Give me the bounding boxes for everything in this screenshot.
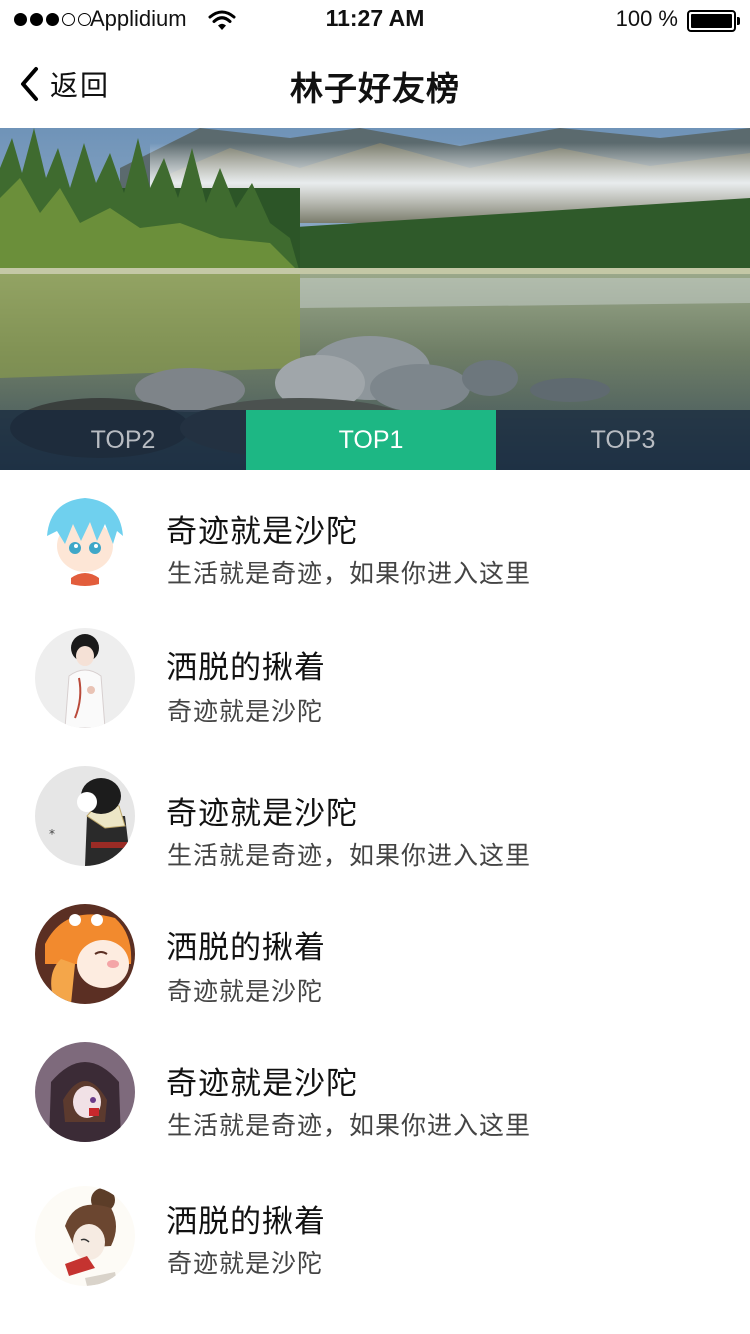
friend-name: 奇迹就是沙陀 — [166, 514, 358, 550]
status-bar: Applidium 11:27 AM 100 % — [0, 0, 750, 40]
friend-subtitle: 生活就是奇迹，如果你进入这里 — [167, 841, 532, 870]
list-item[interactable]: 洒脱的揪着 奇迹就是沙陀 — [0, 1160, 750, 1298]
girl-dark-hood-avatar — [35, 1042, 135, 1142]
page-title: 林子好友榜 — [290, 69, 460, 108]
friend-name: 洒脱的揪着 — [166, 650, 326, 686]
list-item[interactable]: 奇迹就是沙陀 生活就是奇迹，如果你进入这里 — [0, 470, 750, 608]
friend-subtitle: 生活就是奇迹，如果你进入这里 — [167, 559, 532, 588]
friend-subtitle: 奇迹就是沙陀 — [167, 697, 324, 726]
ranking-tabs: TOP2 TOP1 TOP3 — [0, 410, 750, 470]
list-item[interactable]: 奇迹就是沙陀 生活就是奇迹，如果你进入这里 — [0, 1022, 750, 1160]
battery-icon — [687, 10, 740, 32]
girl-orange-hood-avatar — [35, 904, 135, 1004]
tab-top1[interactable]: TOP1 — [246, 410, 496, 470]
friend-name: 奇迹就是沙陀 — [166, 796, 358, 832]
friend-name: 奇迹就是沙陀 — [166, 1066, 358, 1102]
friend-subtitle: 奇迹就是沙陀 — [167, 977, 324, 1006]
girl-bun-hair-avatar — [35, 1186, 135, 1286]
friend-name: 洒脱的揪着 — [166, 930, 326, 966]
tab-top3[interactable]: TOP3 — [496, 410, 750, 470]
battery-percentage: 100 % — [615, 6, 678, 31]
friend-subtitle: 生活就是奇迹，如果你进入这里 — [167, 1111, 532, 1140]
hero-banner: TOP2 TOP1 TOP3 — [0, 128, 750, 470]
list-item[interactable]: * 奇迹就是沙陀 生活就是奇迹，如果你进入这里 — [0, 746, 750, 884]
list-item[interactable]: 洒脱的揪着 奇迹就是沙陀 — [0, 884, 750, 1022]
svg-text:*: * — [49, 827, 55, 841]
tab-top2[interactable]: TOP2 — [0, 410, 246, 470]
list-item[interactable]: 洒脱的揪着 奇迹就是沙陀 — [0, 608, 750, 746]
friend-name: 洒脱的揪着 — [166, 1204, 326, 1240]
boy-scarf-avatar: * — [35, 766, 135, 866]
anime-boy-blue-hair-avatar — [35, 486, 135, 586]
friend-subtitle: 奇迹就是沙陀 — [167, 1249, 324, 1278]
navigation-bar: 返回 林子好友榜 — [0, 40, 750, 128]
boy-white-shirt-avatar — [35, 628, 135, 728]
